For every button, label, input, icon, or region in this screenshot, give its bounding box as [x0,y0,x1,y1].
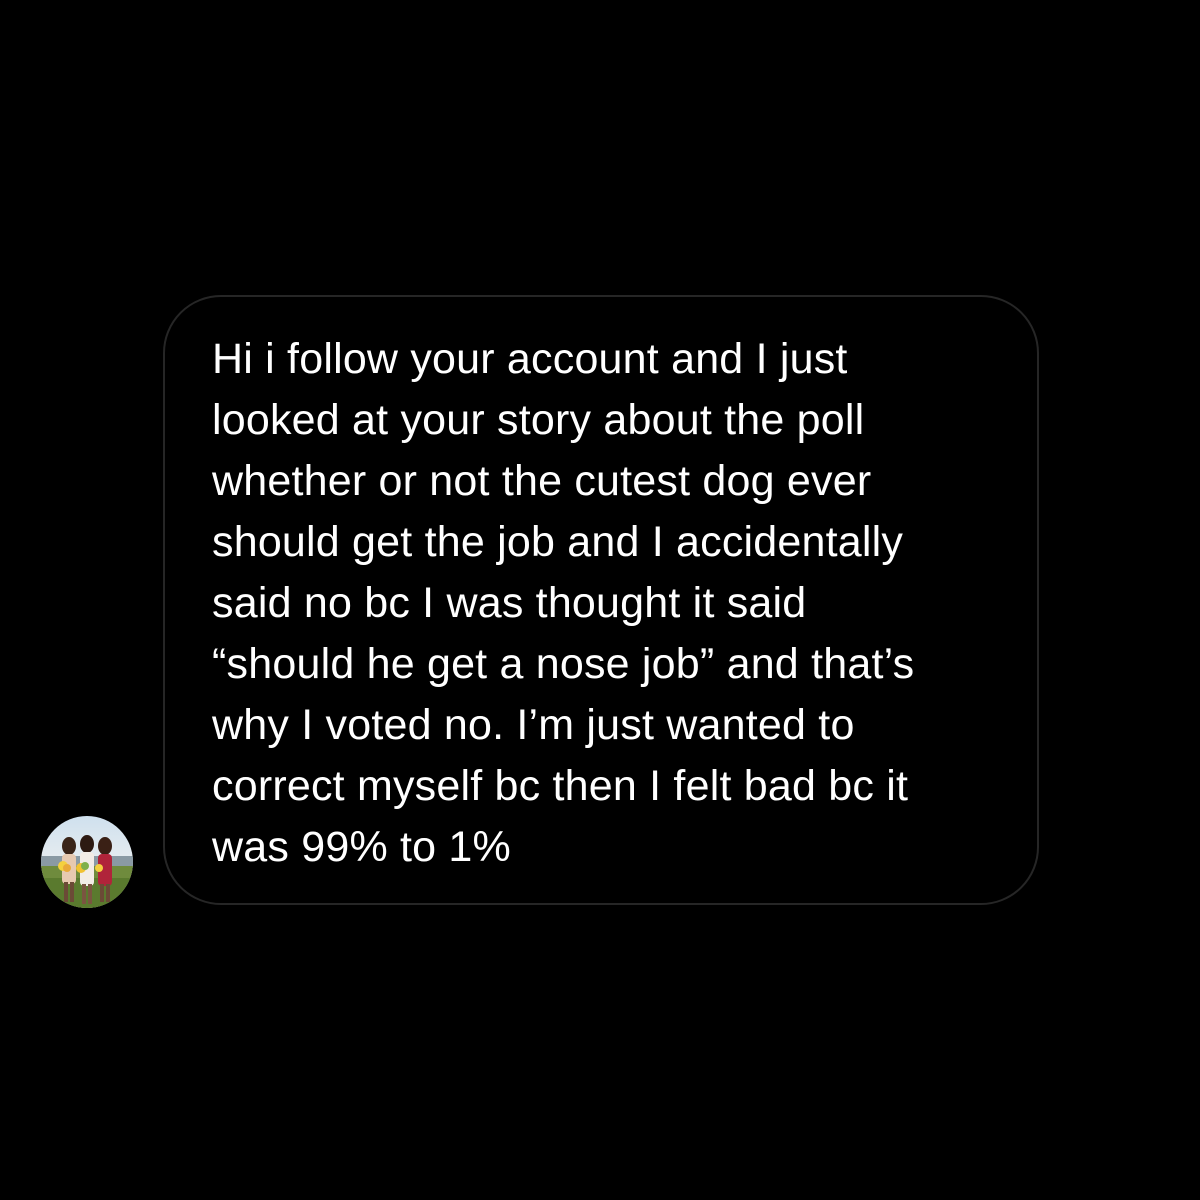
message-text: Hi i follow your account and I just look… [212,329,1012,878]
sender-avatar[interactable] [41,816,133,908]
message-line: said no bc I was thought it said [212,579,807,627]
message-line: should get the job and I accidentally [212,518,904,566]
profile-photo-avatar [41,816,133,908]
message-line: “should he get a nose job” and that’s [212,640,915,688]
direct-message-thread: Hi i follow your account and I just look… [0,0,1200,1200]
message-line: was 99% to 1% [212,823,511,871]
message-bubble[interactable]: Hi i follow your account and I just look… [163,295,1039,905]
message-line: whether or not the cutest dog ever [212,457,872,505]
message-line: correct myself bc then I felt bad bc it [212,762,909,810]
message-line: why I voted no. I’m just wanted to [212,701,855,749]
message-line: looked at your story about the poll [212,396,865,444]
message-line: Hi i follow your account and I just [212,335,848,383]
